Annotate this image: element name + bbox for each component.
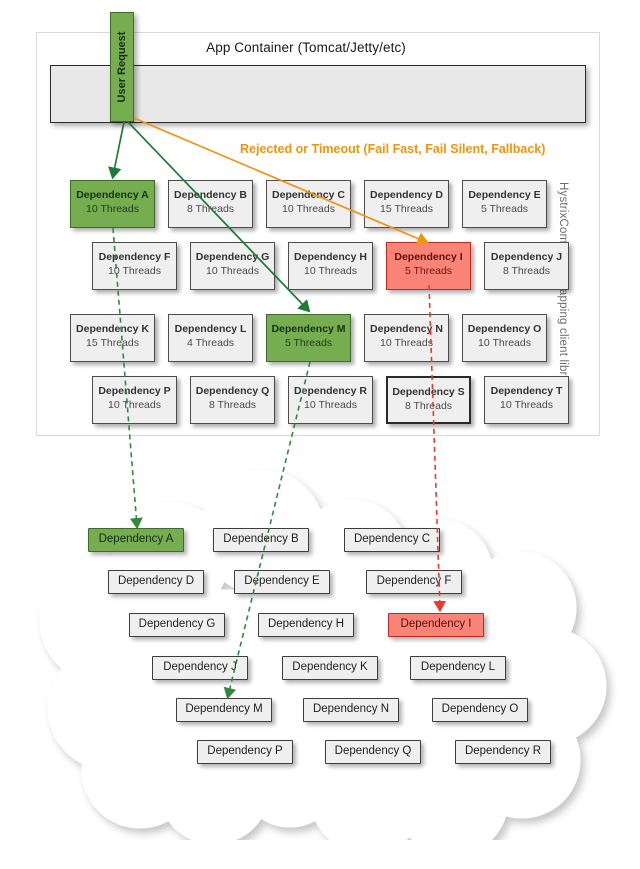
thread-pool-box[interactable]: Dependency F 10 Threads bbox=[92, 242, 177, 290]
thread-pool-count: 10 Threads bbox=[500, 399, 553, 411]
thread-pool-box[interactable]: Dependency E 5 Threads bbox=[462, 180, 547, 228]
thread-pool-box[interactable]: Dependency O 10 Threads bbox=[462, 314, 547, 362]
cloud-service-box[interactable]: Dependency O bbox=[432, 698, 528, 722]
thread-pool-count: 8 Threads bbox=[502, 265, 551, 277]
thread-pool-count: 5 Threads bbox=[404, 265, 453, 277]
thread-pool-count: 10 Threads bbox=[304, 265, 357, 277]
user-request-label: User Request bbox=[116, 31, 128, 103]
thread-pool-box[interactable]: Dependency G 10 Threads bbox=[190, 242, 275, 290]
thread-pool-count: 8 Threads bbox=[186, 203, 235, 215]
cloud-service-box[interactable]: Dependency Q bbox=[325, 740, 421, 764]
thread-pool-name: Dependency N bbox=[370, 323, 443, 335]
thread-pool-box[interactable]: Dependency M 5 Threads bbox=[266, 314, 351, 362]
thread-pool-name: Dependency T bbox=[490, 385, 563, 397]
thread-pool-box[interactable]: Dependency Q 8 Threads bbox=[190, 376, 275, 424]
cloud-service-box[interactable]: Dependency G bbox=[129, 613, 225, 637]
cloud-service-box[interactable]: Dependency J bbox=[152, 656, 248, 680]
cloud-service-box[interactable]: Dependency L bbox=[410, 656, 506, 680]
thread-pool-box[interactable]: Dependency A 10 Threads bbox=[70, 180, 155, 228]
thread-pool-box[interactable]: Dependency J 8 Threads bbox=[484, 242, 569, 290]
thread-pool-name: Dependency J bbox=[490, 251, 563, 263]
cloud-service-box[interactable]: Dependency B bbox=[213, 528, 309, 552]
thread-pool-count: 10 Threads bbox=[380, 337, 433, 349]
cloud-service-box[interactable]: Dependency I bbox=[388, 613, 484, 637]
thread-pool-name: Dependency H bbox=[294, 251, 367, 263]
thread-pool-name: Dependency O bbox=[467, 323, 542, 335]
thread-pool-name: Dependency S bbox=[392, 386, 465, 398]
thread-pool-name: Dependency D bbox=[370, 189, 443, 201]
thread-pool-count: 5 Threads bbox=[284, 337, 333, 349]
thread-pool-count: 15 Threads bbox=[86, 337, 139, 349]
diagram-canvas: App Container (Tomcat/Jetty/etc) User Re… bbox=[0, 0, 640, 869]
thread-pool-box[interactable]: Dependency N 10 Threads bbox=[364, 314, 449, 362]
thread-pool-box[interactable]: Dependency I 5 Threads bbox=[386, 242, 471, 290]
thread-pool-name: Dependency F bbox=[98, 251, 171, 263]
thread-pool-count: 10 Threads bbox=[304, 399, 357, 411]
thread-pool-box[interactable]: Dependency L 4 Threads bbox=[168, 314, 253, 362]
cloud-shape bbox=[39, 469, 607, 857]
thread-pool-count: 10 Threads bbox=[206, 265, 259, 277]
thread-pool-name: Dependency Q bbox=[195, 385, 270, 397]
thread-pool-name: Dependency P bbox=[98, 385, 171, 397]
cloud-service-box[interactable]: Dependency K bbox=[282, 656, 378, 680]
thread-pool-box[interactable]: Dependency B 8 Threads bbox=[168, 180, 253, 228]
cloud-service-box[interactable]: Dependency N bbox=[303, 698, 399, 722]
cloud-service-box[interactable]: Dependency E bbox=[234, 570, 330, 594]
thread-pool-count: 10 Threads bbox=[478, 337, 531, 349]
thread-pool-count: 15 Threads bbox=[380, 203, 433, 215]
cloud-service-box[interactable]: Dependency H bbox=[258, 613, 354, 637]
thread-pool-box[interactable]: Dependency S 8 Threads bbox=[386, 376, 471, 424]
thread-pool-box[interactable]: Dependency R 10 Threads bbox=[288, 376, 373, 424]
thread-pool-count: 8 Threads bbox=[208, 399, 257, 411]
cloud-service-box[interactable]: Dependency A bbox=[88, 528, 184, 552]
network-cloud bbox=[0, 440, 640, 857]
thread-pool-name: Dependency B bbox=[174, 189, 247, 201]
cloud-service-box[interactable]: Dependency M bbox=[176, 698, 272, 722]
thread-pool-count: 8 Threads bbox=[404, 400, 453, 412]
thread-pool-count: 10 Threads bbox=[86, 203, 139, 215]
thread-pool-name: Dependency L bbox=[174, 323, 247, 335]
thread-pool-count: 10 Threads bbox=[108, 399, 161, 411]
thread-pool-name: Dependency C bbox=[272, 189, 345, 201]
cloud-service-box[interactable]: Dependency C bbox=[344, 528, 440, 552]
thread-pool-count: 10 Threads bbox=[108, 265, 161, 277]
thread-pool-count: 4 Threads bbox=[186, 337, 235, 349]
thread-pool-box[interactable]: Dependency P 10 Threads bbox=[92, 376, 177, 424]
user-request-box[interactable]: User Request bbox=[110, 12, 134, 122]
thread-pool-box[interactable]: Dependency D 15 Threads bbox=[364, 180, 449, 228]
thread-pool-name: Dependency R bbox=[294, 385, 367, 397]
cloud-service-box[interactable]: Dependency P bbox=[197, 740, 293, 764]
cloud-service-box[interactable]: Dependency F bbox=[366, 570, 462, 594]
thread-pool-box[interactable]: Dependency C 10 Threads bbox=[266, 180, 351, 228]
thread-pool-box[interactable]: Dependency K 15 Threads bbox=[70, 314, 155, 362]
thread-pool-count: 5 Threads bbox=[480, 203, 529, 215]
rejected-or-timeout-label: Rejected or Timeout (Fail Fast, Fail Sil… bbox=[240, 142, 546, 156]
cloud-service-box[interactable]: Dependency D bbox=[108, 570, 204, 594]
thread-pool-box[interactable]: Dependency T 10 Threads bbox=[484, 376, 569, 424]
thread-pool-name: Dependency M bbox=[271, 323, 346, 335]
thread-pool-name: Dependency A bbox=[76, 189, 149, 201]
cloud-service-box[interactable]: Dependency R bbox=[455, 740, 551, 764]
thread-pool-name: Dependency K bbox=[76, 323, 149, 335]
thread-pool-name: Dependency E bbox=[468, 189, 541, 201]
thread-pool-count: 10 Threads bbox=[282, 203, 335, 215]
thread-pool-name: Dependency I bbox=[394, 251, 463, 263]
thread-pool-name: Dependency G bbox=[195, 251, 270, 263]
thread-pool-box[interactable]: Dependency H 10 Threads bbox=[288, 242, 373, 290]
